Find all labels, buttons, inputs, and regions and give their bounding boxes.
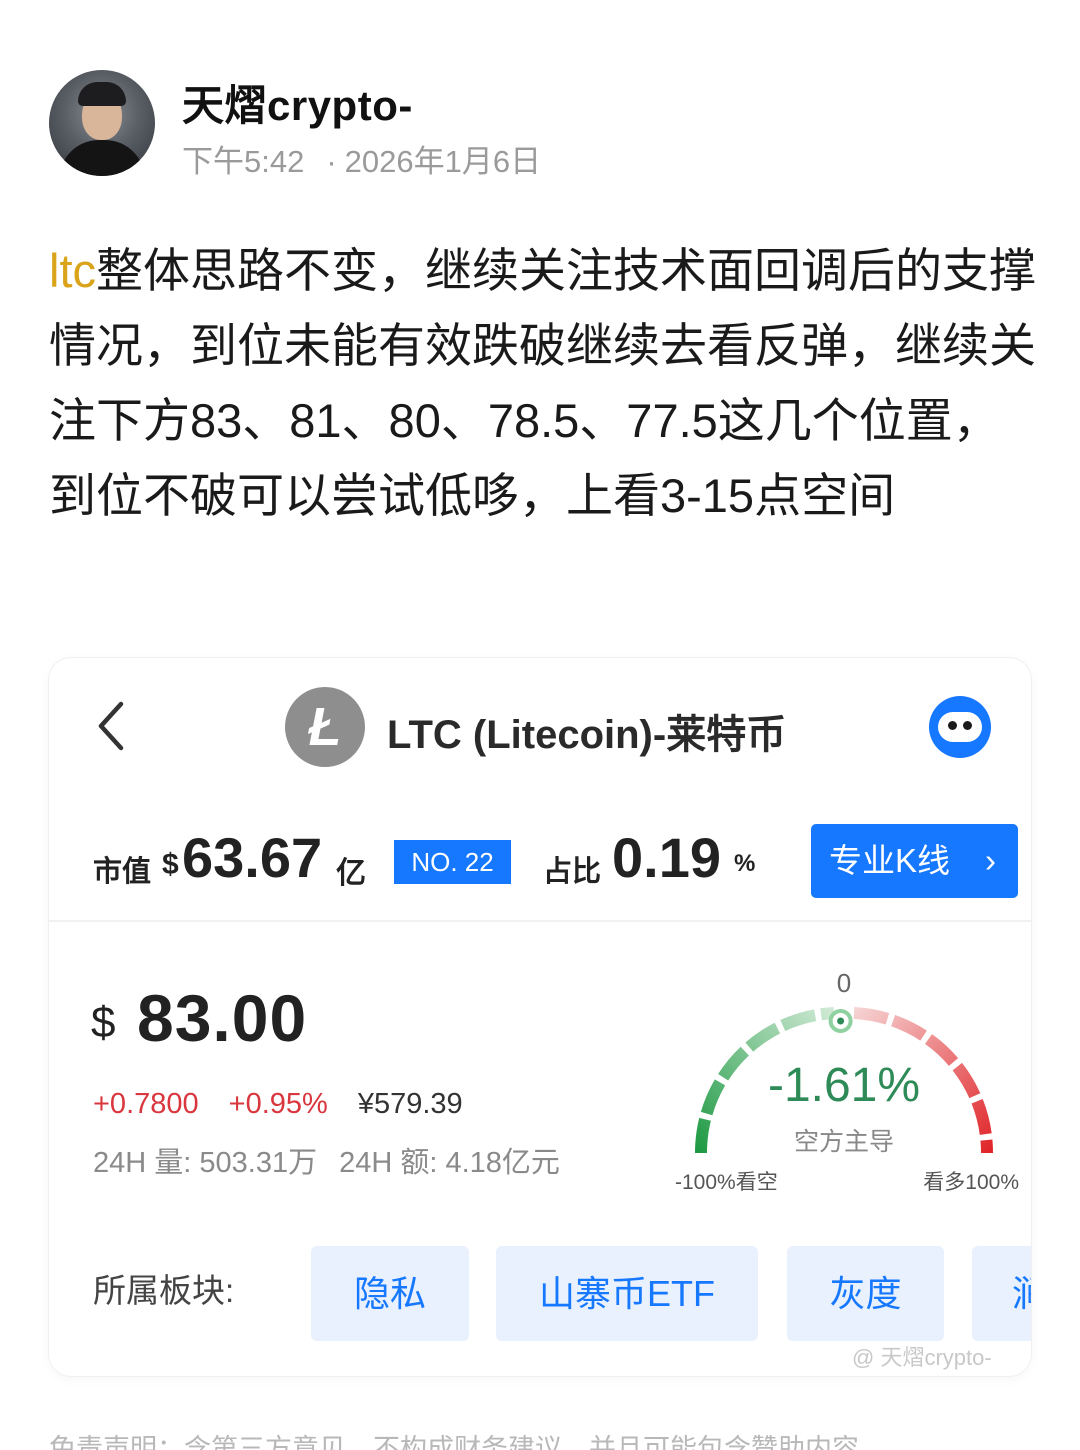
- litecoin-logo-letter: Ł: [308, 697, 342, 757]
- price-currency: $: [91, 998, 116, 1047]
- sector-chip-grayscale[interactable]: 灰度: [787, 1246, 944, 1341]
- back-button[interactable]: [91, 698, 131, 754]
- meta-separator: ·: [326, 144, 337, 179]
- avatar-body: [59, 140, 145, 176]
- volume-24h: 24H 量: 503.31万: [93, 1147, 318, 1179]
- post-header: 天熠crypto- 下午5:42 · 2026年1月6日: [49, 70, 1039, 180]
- sector-chip-privacy[interactable]: 隐私: [311, 1246, 469, 1341]
- price-changes: +0.7800 +0.95% ¥579.39: [93, 1088, 463, 1121]
- share-label: 占比: [543, 856, 602, 888]
- change-abs: +0.7800: [93, 1088, 199, 1120]
- gauge-zero-label: 0: [836, 968, 852, 998]
- bot-eye-right: [963, 721, 972, 730]
- coin-title: LTC (Litecoin)-莱特币: [387, 713, 787, 757]
- change-pct: +0.95%: [228, 1088, 328, 1120]
- market-stats: 市值 $ 63.67 亿 NO. 22 占比 0.19 % 专业K线 ›: [49, 820, 1031, 905]
- post-body: ltc整体思路不变，继续关注技术面回调后的支撑情况，到位未能有效跌破继续去看反弹…: [49, 233, 1039, 533]
- market-cap-value: 63.67: [182, 826, 323, 889]
- chevron-left-icon: [98, 701, 124, 751]
- sector-chip-altcoin-etf[interactable]: 山寨币ETF: [496, 1246, 758, 1341]
- share-value: 0.19: [612, 826, 721, 889]
- gauge-left-label: -100%看空: [675, 1171, 778, 1194]
- post-text: 整体思路不变，继续关注技术面回调后的支撑情况，到位未能有效跌破继续去看反弹，继续…: [49, 244, 1036, 522]
- avatar-hair: [78, 82, 126, 106]
- bot-face: [938, 712, 982, 742]
- sector-label: 所属板块:: [93, 1272, 235, 1309]
- price-cny: ¥579.39: [357, 1088, 463, 1120]
- market-cap-unit: 亿: [336, 857, 366, 890]
- assistant-bot-icon[interactable]: [929, 696, 991, 758]
- post-time: 下午5:42: [182, 144, 305, 179]
- share-unit: %: [734, 850, 756, 877]
- gauge-right-label: 看多100%: [923, 1171, 1019, 1194]
- bot-eye-left: [948, 721, 957, 730]
- price-value: 83.00: [137, 981, 308, 1055]
- avatar[interactable]: [49, 70, 155, 176]
- gauge-sentiment: 空方主导: [793, 1128, 894, 1156]
- coin-tag[interactable]: ltc: [49, 244, 96, 297]
- litecoin-logo-icon: Ł: [285, 687, 365, 767]
- divider: [49, 920, 1031, 922]
- volume-info: 24H 量: 503.31万 24H 额: 4.18亿元: [93, 1139, 560, 1181]
- rank-badge: NO. 22: [394, 840, 511, 884]
- gauge-pointer-dot: [837, 1017, 845, 1025]
- kline-button-label: 专业K线: [829, 842, 951, 879]
- gauge-value: -1.61%: [767, 1059, 921, 1112]
- sentiment-gauge: 0 -1.61% 空方主导 -100%看空 看多100%: [669, 968, 1019, 1198]
- post-meta: 下午5:42 · 2026年1月6日: [182, 136, 541, 181]
- coin-card[interactable]: Ł LTC (Litecoin)-莱特币 市值 $ 63.67 亿 NO. 22…: [49, 658, 1031, 1376]
- watermark: @ 天熠crypto-: [852, 1345, 992, 1370]
- disclaimer: 免责声明：含第三方意见，不构成财务建议，并且可能包含赞助内容: [49, 1434, 859, 1450]
- kline-button[interactable]: 专业K线 ›: [811, 824, 1018, 898]
- sector-chip-partial[interactable]: 涧: [972, 1246, 1031, 1341]
- post-date: 2026年1月6日: [344, 144, 542, 179]
- author-name[interactable]: 天熠crypto-: [182, 72, 413, 133]
- chevron-right-icon: ›: [985, 842, 996, 879]
- amount-24h: 24H 额: 4.18亿元: [339, 1147, 560, 1179]
- market-cap-currency: $: [162, 848, 179, 881]
- market-cap-label: 市值: [93, 856, 152, 888]
